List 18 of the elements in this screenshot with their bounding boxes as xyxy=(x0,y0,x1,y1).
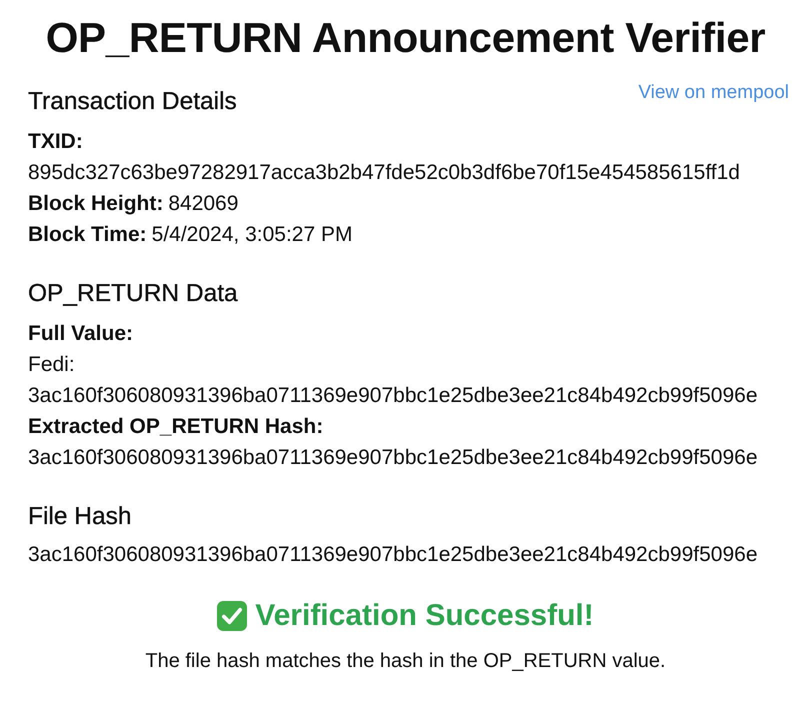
field-label: Block Time: xyxy=(28,223,147,246)
field-value: 895dc327c63be97282917acca3b2b47fde52c0b3df6be70f15e454585615ff1d xyxy=(28,160,741,186)
field-value: Fedi: 3ac160f306080931396ba0711369e907bbc1e25dbe3ee21c84b492cb99f5096e xyxy=(28,352,759,409)
field-value: 842069 xyxy=(168,192,238,215)
section-heading: File Hash xyxy=(28,503,132,531)
result-heading: Verification Successful! xyxy=(255,599,594,633)
section-heading: OP_RETURN Data xyxy=(28,280,238,308)
page-title: OP_RETURN Announcement Verifier xyxy=(44,14,766,62)
field-label: TXID: xyxy=(28,129,84,155)
field-value: 5/4/2024, 3:05:27 PM xyxy=(152,223,352,246)
field-label: Block Height: xyxy=(28,192,164,215)
result-message: The file hash matches the hash in the OP_RETURN value. xyxy=(144,650,667,673)
field-label: Extracted OP_RETURN Hash: xyxy=(28,414,324,440)
hash-value: 3ac160f306080931396ba0711369e907bbc1e25dbe3ee21c84b492cb99f5096e xyxy=(28,542,759,568)
field-value: 3ac160f306080931396ba0711369e907bbc1e25dbe3ee21c84b492cb99f5096e xyxy=(28,445,759,471)
mempool-link[interactable]: View on mempool xyxy=(638,82,789,104)
section-heading: Transaction Details xyxy=(28,88,237,116)
field-label: Full Value: xyxy=(28,321,134,347)
